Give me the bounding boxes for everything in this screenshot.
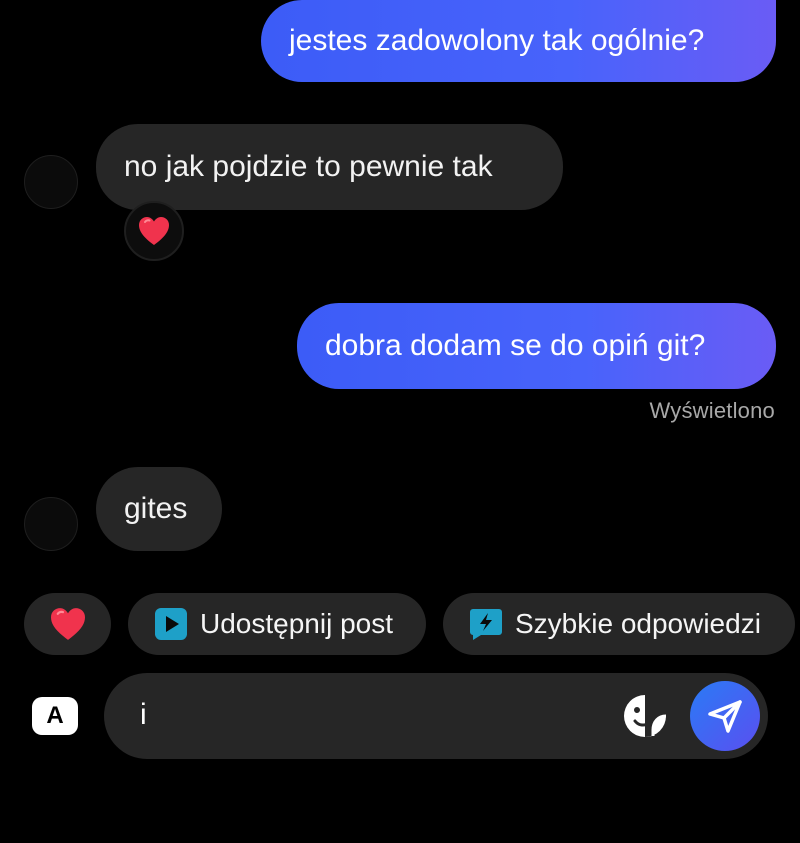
share-post-label: Udostępnij post <box>200 608 394 639</box>
message-text: gites <box>124 492 188 525</box>
avatar[interactable] <box>24 155 78 209</box>
keyboard-label: A <box>46 702 64 729</box>
message-bubble-incoming[interactable]: no jak pojdzie to pewnie tak <box>96 124 563 210</box>
heart-icon <box>50 608 85 640</box>
message-bubble-incoming[interactable]: gites <box>96 467 222 551</box>
message-bubble-outgoing[interactable]: dobra dodam se do opiń git? <box>297 303 776 389</box>
quick-heart-button[interactable] <box>24 593 111 655</box>
message-input[interactable] <box>138 697 602 733</box>
message-text: dobra dodam se do opiń git? <box>325 329 706 362</box>
heart-icon <box>139 217 169 245</box>
message-reaction[interactable] <box>124 201 184 261</box>
play-icon <box>154 607 188 641</box>
seen-status: Wyświetlono <box>649 398 775 423</box>
message-bubble-outgoing[interactable]: jestes zadowolony tak ogólnie? <box>261 0 776 82</box>
message-text: no jak pojdzie to pewnie tak <box>124 150 493 183</box>
quick-replies-button[interactable]: Szybkie odpowiedzi <box>443 593 795 655</box>
keyboard-icon[interactable]: A <box>32 697 78 735</box>
quick-replies-label: Szybkie odpowiedzi <box>515 608 761 639</box>
quick-reply-icon <box>469 607 503 641</box>
send-icon <box>708 700 742 733</box>
sticker-icon <box>624 695 667 738</box>
send-button[interactable] <box>690 681 760 751</box>
message-composer <box>104 673 768 759</box>
message-text: jestes zadowolony tak ogólnie? <box>289 24 705 57</box>
share-post-button[interactable]: Udostępnij post <box>128 593 426 655</box>
chat-thread: jestes zadowolony tak ogólnie? no jak po… <box>0 0 800 843</box>
avatar[interactable] <box>24 497 78 551</box>
sticker-button[interactable] <box>622 693 668 739</box>
